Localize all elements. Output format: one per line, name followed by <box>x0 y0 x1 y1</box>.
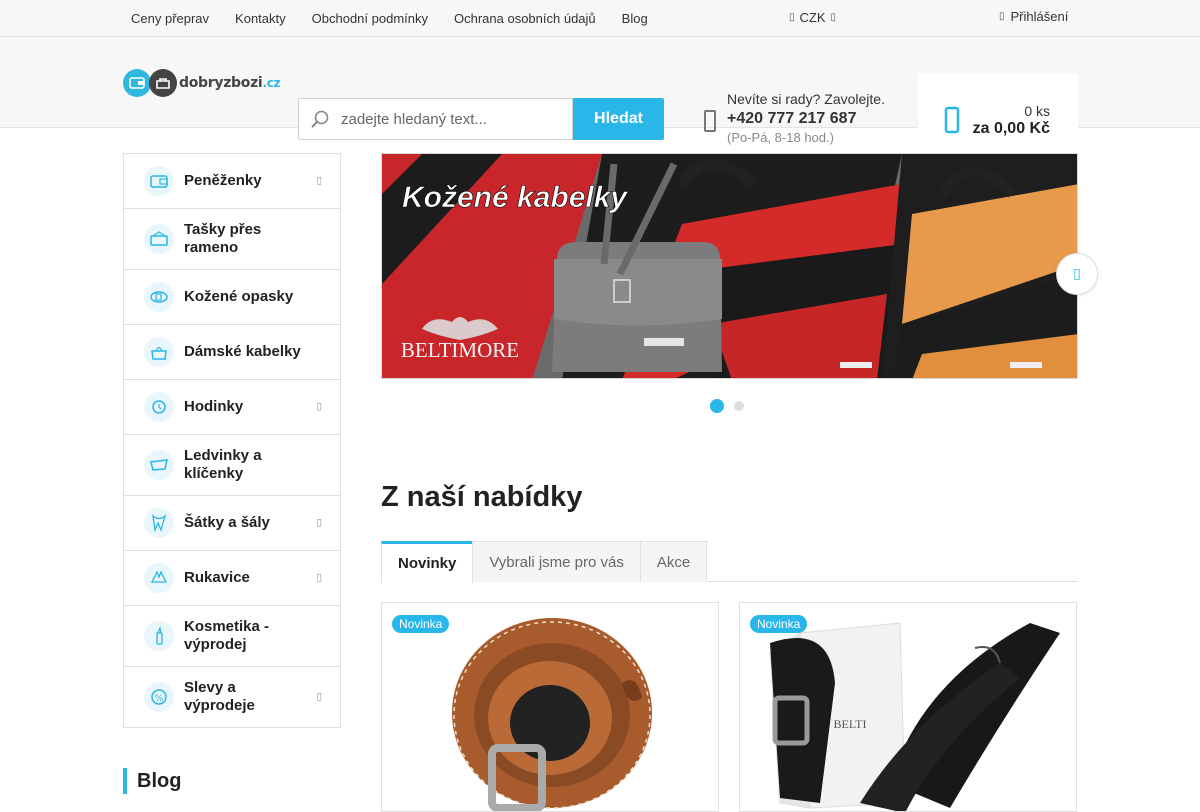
sidebar-item-waist-bags[interactable]: Ledvinky a klíčenky <box>124 435 340 496</box>
new-badge: Novinka <box>392 615 450 633</box>
banner-pagination <box>710 399 744 413</box>
tab-selected-for-you[interactable]: Vybrali jsme pro vás <box>472 541 641 582</box>
svg-text:BELTIMORE: BELTIMORE <box>401 338 519 362</box>
cart-widget[interactable]: 0 ks za 0,00 Kč <box>918 74 1078 164</box>
help-question: Nevíte si rady? Zavolejte. <box>727 91 885 107</box>
chevron-right-icon: ▯ <box>316 401 322 413</box>
sidebar-item-gloves[interactable]: Rukavice ▯ <box>124 551 340 606</box>
phone-icon <box>704 110 716 132</box>
blog-heading: Blog <box>123 768 181 794</box>
currency-selector[interactable]: ▯ CZK ▯ <box>789 10 836 25</box>
banner-headline: Kožené kabelky <box>402 181 628 214</box>
svg-text:%: % <box>155 694 164 704</box>
sidebar-item-label: Rukavice <box>184 569 250 586</box>
sidebar-item-scarves[interactable]: Šátky a šály ▯ <box>124 496 340 551</box>
product-image: BELTI <box>740 603 1076 811</box>
chevron-right-icon: ▯ <box>316 691 322 703</box>
search-input[interactable] <box>341 110 571 128</box>
search-box <box>298 98 573 140</box>
sidebar-item-label: Kožené opasky <box>184 288 294 305</box>
shoulder-bag-icon <box>144 224 174 254</box>
sidebar-item-label: Peněženky <box>184 172 262 189</box>
cart-total: za 0,00 Kč <box>972 120 1050 137</box>
top-bar: Ceny přeprav Kontakty Obchodní podmínky … <box>0 0 1200 37</box>
login-link[interactable]: ▯ Přihlášení <box>999 9 1068 24</box>
banner-next-button[interactable]: ▯ <box>1056 253 1098 295</box>
sidebar-item-wallets[interactable]: Peněženky ▯ <box>124 154 340 209</box>
top-link-shipping-prices[interactable]: Ceny přeprav <box>131 11 209 26</box>
product-image <box>382 603 718 811</box>
sidebar-item-label: Tašky přes rameno <box>184 221 262 256</box>
sidebar-item-label: Slevy a výprodeje <box>184 679 255 714</box>
logo-text: dobryzbozi.cz <box>179 75 281 91</box>
sidebar-item-shoulder-bags[interactable]: Tašky přes rameno <box>124 209 340 270</box>
logo-wallet-icon <box>123 69 151 97</box>
handbag-icon <box>144 337 174 367</box>
banner-image: Kožené kabelky BELTIMORE <box>382 154 1077 378</box>
tab-sale[interactable]: Akce <box>639 541 708 582</box>
banner-dot-2[interactable] <box>734 401 744 411</box>
new-badge: Novinka <box>750 615 808 633</box>
chevron-right-icon: ▯ <box>316 175 322 187</box>
help-contact: Nevíte si rady? Zavolejte. +420 777 217 … <box>727 91 885 145</box>
waist-bag-icon <box>144 450 174 480</box>
scarf-icon <box>144 508 174 538</box>
tab-new[interactable]: Novinky <box>381 541 474 583</box>
svg-text:BELTI: BELTI <box>834 717 867 731</box>
sidebar-item-handbags[interactable]: Dámské kabelky <box>124 325 340 380</box>
top-link-privacy[interactable]: Ochrana osobních údajů <box>454 11 596 26</box>
section-title: Z naší nabídky <box>381 481 583 513</box>
help-phone[interactable]: +420 777 217 687 <box>727 110 885 128</box>
wallet-icon <box>144 166 174 196</box>
sidebar-item-leather-belts[interactable]: Kožené opasky <box>124 270 340 325</box>
banner-dot-1[interactable] <box>710 399 724 413</box>
sidebar-item-label: Kosmetika - výprodej <box>184 618 270 653</box>
category-sidebar: Peněženky ▯ Tašky přes rameno Kožené opa… <box>123 153 341 728</box>
currency-icon: ▯ <box>789 12 795 23</box>
sidebar-item-label: Ledvinky a klíčenky <box>184 447 262 482</box>
chevron-down-icon: ▯ <box>830 12 837 23</box>
chevron-right-icon: ▯ <box>316 572 322 584</box>
search-icon <box>299 99 341 139</box>
help-hours: (Po-Pá, 8-18 hod.) <box>727 130 834 145</box>
product-card[interactable]: BELTI Novinka <box>739 602 1077 812</box>
cart-icon <box>944 104 960 137</box>
cosmetics-icon <box>144 621 174 651</box>
sidebar-item-cosmetics[interactable]: Kosmetika - výprodej <box>124 606 340 667</box>
currency-label: CZK <box>799 10 826 25</box>
top-link-contacts[interactable]: Kontakty <box>235 11 286 26</box>
search-form: Hledat <box>298 98 664 140</box>
watch-icon <box>144 392 174 422</box>
top-link-terms[interactable]: Obchodní podmínky <box>312 11 428 26</box>
sidebar-item-label: Šátky a šály <box>184 514 270 531</box>
logo-bag-icon <box>149 69 177 97</box>
cart-count: 0 ks <box>1024 103 1050 119</box>
discount-icon: % <box>144 682 174 712</box>
site-logo[interactable]: dobryzbozi.cz <box>123 67 283 99</box>
gloves-icon <box>144 563 174 593</box>
sidebar-item-watches[interactable]: Hodinky ▯ <box>124 380 340 435</box>
product-card[interactable]: Novinka <box>381 602 719 812</box>
hero-banner[interactable]: Kožené kabelky BELTIMORE <box>381 153 1078 379</box>
offer-tabs: Novinky Vybrali jsme pro vás Akce <box>381 541 1078 583</box>
search-button[interactable]: Hledat <box>573 98 664 140</box>
sidebar-item-label: Dámské kabelky <box>184 343 301 360</box>
sidebar-item-label: Hodinky <box>184 398 244 415</box>
header: dobryzbozi.cz Hledat Nevíte si rady? Zav… <box>0 37 1200 164</box>
top-link-blog[interactable]: Blog <box>622 11 648 26</box>
user-icon: ▯ <box>999 11 1005 22</box>
top-nav: Ceny přeprav Kontakty Obchodní podmínky … <box>131 0 674 36</box>
sidebar-item-discounts[interactable]: % Slevy a výprodeje ▯ <box>124 667 340 727</box>
login-label: Přihlášení <box>1010 9 1069 24</box>
belt-icon <box>144 282 174 312</box>
chevron-right-icon: ▯ <box>316 517 322 529</box>
